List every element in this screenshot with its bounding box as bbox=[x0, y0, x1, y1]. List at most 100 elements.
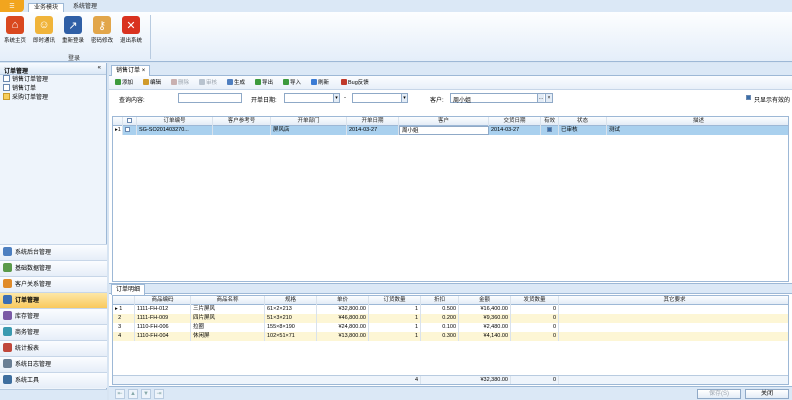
cell-other[interactable] bbox=[559, 323, 788, 332]
cell-spec[interactable]: 155×8×190 bbox=[265, 323, 317, 332]
chat-button[interactable]: ☺ 即时通讯 bbox=[31, 15, 57, 51]
cell-shipped[interactable]: 0 bbox=[511, 332, 559, 341]
col-dept[interactable]: 开单部门 bbox=[271, 117, 347, 126]
table-row[interactable]: ▸ 1 1111-FH-012 三片屏风 61×2×213 ¥32,800.00… bbox=[113, 305, 788, 314]
app-menu-button[interactable]: ☰ bbox=[0, 0, 24, 12]
tab-order-details[interactable]: 订单明细 bbox=[111, 284, 146, 295]
cell-order-no[interactable]: SG-SO201403270... bbox=[137, 126, 213, 135]
cell-spec[interactable]: 61×2×213 bbox=[265, 305, 317, 314]
nav-first-icon[interactable]: ⇤ bbox=[115, 389, 125, 399]
cell-delivery-date[interactable]: 2014-03-27 bbox=[489, 126, 541, 135]
select-all-checkbox[interactable] bbox=[127, 118, 132, 123]
chevron-down-icon[interactable]: ▾ bbox=[333, 94, 339, 102]
date-to-select[interactable]: ▾ bbox=[352, 93, 408, 103]
cell-product-name[interactable]: 三片屏风 bbox=[191, 305, 265, 314]
cell-other[interactable] bbox=[559, 305, 788, 314]
table-row[interactable]: 2 1111-FH-009 四片屏风 51×3×210 ¥46,800.00 1… bbox=[113, 314, 788, 323]
cell-product-code[interactable]: 1111-FH-009 bbox=[135, 314, 191, 323]
edit-button[interactable]: 编辑 bbox=[143, 79, 161, 88]
relogin-button[interactable]: ↗ 重新登录 bbox=[60, 15, 86, 51]
cell-price[interactable]: ¥32,800.00 bbox=[317, 305, 369, 314]
row-select-cell[interactable] bbox=[123, 126, 137, 135]
cell-product-code[interactable]: 1110-FH-006 bbox=[135, 323, 191, 332]
chevron-down-icon[interactable]: ▾ bbox=[401, 94, 407, 102]
nav-up-icon[interactable]: ▲ bbox=[128, 389, 138, 399]
select-all-cell[interactable] bbox=[123, 117, 137, 126]
col-valid[interactable]: 有效 bbox=[541, 117, 559, 126]
ellipsis-icon[interactable]: … bbox=[537, 94, 544, 102]
col-quantity[interactable]: 订货数量 bbox=[369, 296, 421, 305]
nav-basic-data[interactable]: 基础数据管理 bbox=[0, 260, 107, 276]
cell-amount[interactable]: ¥4,140.00 bbox=[459, 332, 511, 341]
col-product-name[interactable]: 商品名称 bbox=[191, 296, 265, 305]
cell-product-code[interactable]: 1111-FH-012 bbox=[135, 305, 191, 314]
nav-down-icon[interactable]: ▼ bbox=[141, 389, 151, 399]
tree-item-sales-order-mgmt[interactable]: 销售订单管理 bbox=[0, 75, 106, 84]
cell-amount[interactable]: ¥2,480.00 bbox=[459, 323, 511, 332]
cell-shipped[interactable]: 0 bbox=[511, 314, 559, 323]
nav-system-tools[interactable]: 系统工具 bbox=[0, 372, 107, 388]
cell-status[interactable]: 已审核 bbox=[559, 126, 607, 135]
cell-amount[interactable]: ¥16,400.00 bbox=[459, 305, 511, 314]
query-input[interactable] bbox=[178, 93, 242, 103]
cell-quantity[interactable]: 1 bbox=[369, 314, 421, 323]
col-order-date[interactable]: 开单日期 bbox=[347, 117, 399, 126]
nav-system-log[interactable]: 系统日志管理 bbox=[0, 356, 107, 372]
cell-discount[interactable]: 0.300 bbox=[421, 332, 459, 341]
date-from-select[interactable]: ▾ bbox=[284, 93, 340, 103]
nav-inventory[interactable]: 库存管理 bbox=[0, 308, 107, 324]
nav-business[interactable]: 商务管理 bbox=[0, 324, 107, 340]
cell-product-code[interactable]: 1110-FH-004 bbox=[135, 332, 191, 341]
table-row[interactable]: 4 1110-FH-004 休闲屏 102×51×71 ¥13,800.00 1… bbox=[113, 332, 788, 341]
nav-crm[interactable]: 客户关系管理 bbox=[0, 276, 107, 292]
cell-price[interactable]: ¥46,800.00 bbox=[317, 314, 369, 323]
tab-system[interactable]: 系统管理 bbox=[68, 3, 102, 12]
col-delivery-date[interactable]: 交货日期 bbox=[489, 117, 541, 126]
col-discount[interactable]: 折扣 bbox=[421, 296, 459, 305]
col-description[interactable]: 描述 bbox=[607, 117, 788, 126]
cell-discount[interactable]: 0.100 bbox=[421, 323, 459, 332]
customer-input[interactable]: 周小姐 … × bbox=[450, 93, 553, 104]
cell-product-name[interactable]: 四片屏风 bbox=[191, 314, 265, 323]
cell-dept[interactable]: 屏风店 bbox=[271, 126, 347, 135]
col-order-no[interactable]: 订单编号 bbox=[137, 117, 213, 126]
only-valid-checkbox[interactable] bbox=[746, 95, 751, 100]
save-button[interactable]: 保存(S) bbox=[697, 389, 741, 399]
cell-discount[interactable]: 0.500 bbox=[421, 305, 459, 314]
cell-quantity[interactable]: 1 bbox=[369, 323, 421, 332]
row-checkbox[interactable] bbox=[125, 127, 130, 132]
cell-other[interactable] bbox=[559, 332, 788, 341]
cell-valid[interactable] bbox=[541, 126, 559, 135]
cell-spec[interactable]: 102×51×71 bbox=[265, 332, 317, 341]
cell-spec[interactable]: 51×3×210 bbox=[265, 314, 317, 323]
col-spec[interactable]: 规格 bbox=[265, 296, 317, 305]
cell-price[interactable]: ¥13,800.00 bbox=[317, 332, 369, 341]
cell-order-date[interactable]: 2014-03-27 bbox=[347, 126, 399, 135]
close-button[interactable]: 关闭 bbox=[745, 389, 789, 399]
cell-amount[interactable]: ¥9,360.00 bbox=[459, 314, 511, 323]
cell-product-name[interactable]: 休闲屏 bbox=[191, 332, 265, 341]
nav-reports[interactable]: 统计报表 bbox=[0, 340, 107, 356]
col-shipped[interactable]: 发货数量 bbox=[511, 296, 559, 305]
refresh-button[interactable]: 刷新 bbox=[311, 79, 329, 88]
cell-product-name[interactable]: 拉圈 bbox=[191, 323, 265, 332]
tree-item-purchase-order-mgmt[interactable]: 采购订单管理 bbox=[0, 93, 106, 102]
home-button[interactable]: ⌂ 系统主页 bbox=[2, 15, 28, 51]
table-row[interactable]: ▸1 SG-SO201403270... 屏风店 2014-03-27 周小姐 … bbox=[113, 126, 788, 135]
bug-report-button[interactable]: Bug反馈 bbox=[341, 79, 369, 88]
change-password-button[interactable]: ⚷ 密码修改 bbox=[89, 15, 115, 51]
cell-quantity[interactable]: 1 bbox=[369, 305, 421, 314]
tab-business[interactable]: 业务模块 bbox=[28, 3, 65, 12]
export-button[interactable]: 导出 bbox=[255, 79, 273, 88]
audit-button[interactable]: 审核 bbox=[199, 79, 217, 88]
table-row[interactable]: 3 1110-FH-006 拉圈 155×8×190 ¥24,800.00 1 … bbox=[113, 323, 788, 332]
collapse-icon[interactable]: « bbox=[98, 65, 101, 71]
col-status[interactable]: 状态 bbox=[559, 117, 607, 126]
tab-sales-order[interactable]: 销售订单 × bbox=[111, 65, 151, 76]
col-product-code[interactable]: 商品编码 bbox=[135, 296, 191, 305]
cell-description[interactable]: 测试 bbox=[607, 126, 788, 135]
tree-item-sales-order[interactable]: 销售订单 bbox=[0, 84, 106, 93]
nav-system-backend[interactable]: 系统后台管理 bbox=[0, 244, 107, 260]
exit-button[interactable]: ✕ 退出系统 bbox=[118, 15, 144, 51]
cell-other[interactable] bbox=[559, 314, 788, 323]
